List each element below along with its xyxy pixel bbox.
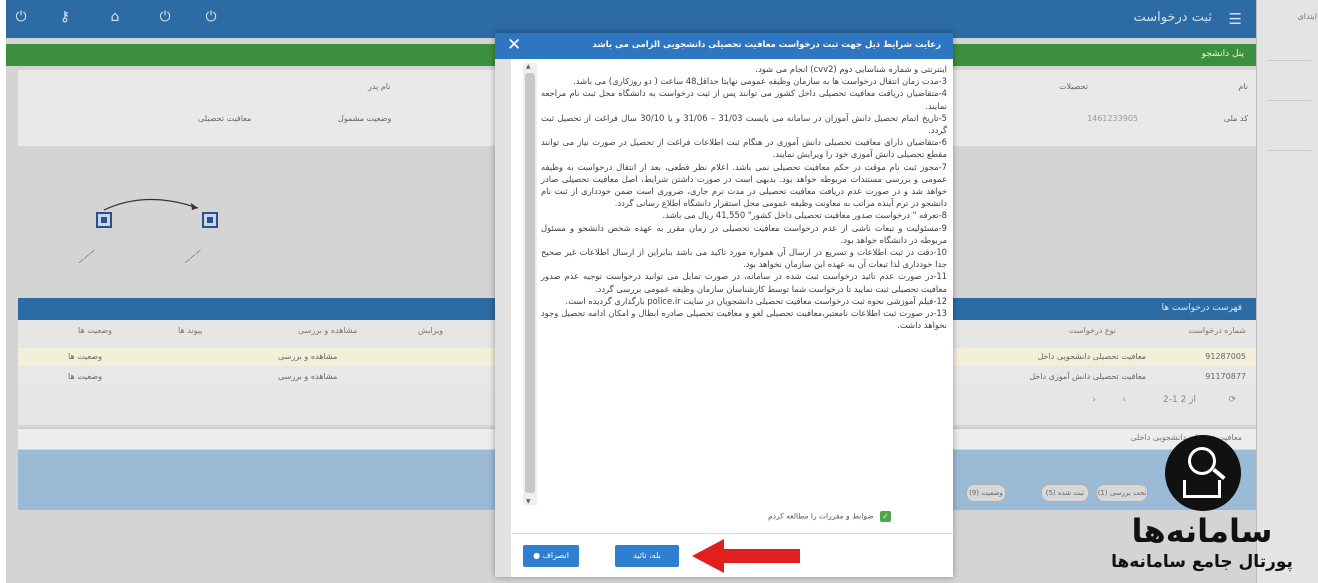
divider (1267, 150, 1311, 151)
review-link[interactable]: مشاهده و بررسی (278, 352, 337, 361)
table-header-cell: مشاهده و بررسی (298, 326, 358, 335)
request-number: 91170877 (1205, 372, 1246, 381)
table-header-cell: وضعیت ها (78, 326, 112, 335)
info-label-education: تحصیلات (1058, 82, 1088, 91)
checkbox-checked-icon[interactable]: ✓ (880, 511, 891, 522)
info-national-code-value: 1461233905 (1087, 114, 1138, 123)
table-header-cell: شماره درخواست (1188, 326, 1246, 335)
scrollbar-thumb[interactable] (525, 73, 535, 493)
terms-paragraph: 7-مجوز ثبت نام موقت در حکم معافیت تحصیلی… (541, 161, 947, 209)
green-bar-label: پنل دانشجو (1201, 49, 1244, 59)
home-icon[interactable]: ⌂ (106, 8, 124, 26)
confirm-label: بله، تائید (633, 551, 661, 560)
divider (1267, 60, 1311, 61)
monitor-icon (1183, 480, 1221, 498)
scroll-down-icon[interactable]: ▼ (526, 498, 531, 505)
close-icon[interactable]: ✕ (507, 35, 521, 55)
divider (1267, 100, 1311, 101)
workflow-node[interactable] (96, 212, 112, 228)
review-link[interactable]: مشاهده و بررسی (278, 372, 337, 381)
terms-paragraph: 5-تاریخ اتمام تحصیل دانش آموزان در سامان… (541, 112, 947, 136)
power-icon[interactable]: ⏻ (156, 8, 174, 26)
info-label-name: نام (1238, 82, 1248, 91)
modal-side-strip (495, 59, 511, 577)
request-type: معافیت تحصیلی دانش آموزی داخل (1029, 372, 1146, 381)
terms-paragraph: اینترنتی و شماره شناسایی دوم (cvv2) انجا… (755, 64, 947, 74)
cancel-icon: ● (533, 551, 541, 560)
scroll-up-icon[interactable]: ▲ (526, 63, 531, 70)
key-icon[interactable]: ⚷ (56, 8, 74, 26)
status-link[interactable]: وضعیت ها (68, 352, 102, 361)
modal-body: اینترنتی و شماره شناسایی دوم (cvv2) انجا… (523, 63, 947, 505)
pager-text: 2-1 از 2 (1162, 395, 1196, 405)
table-header-cell: پیوند ها (178, 326, 203, 335)
info-label-conscription: وضعیت مشمول (338, 114, 392, 123)
workflow-node[interactable] (202, 212, 218, 228)
terms-paragraph: 12-فیلم آموزشی نحوه ثبت درخواست معافیت ت… (565, 295, 947, 306)
table-header-cell: نوع درخواست (1069, 326, 1116, 335)
terms-text: اینترنتی و شماره شناسایی دوم (cvv2) انجا… (523, 63, 947, 331)
logo-tagline: پورتال جامع سامانه‌ها (1111, 552, 1293, 572)
confirm-button[interactable]: بله، تائید (615, 545, 679, 567)
terms-modal: ✕ رعایت شرایط ذیل جهت ثبت درخواست معافیت… (495, 33, 953, 577)
request-list-title: فهرست درخواست ها (1161, 303, 1242, 313)
cancel-label: انصراف (542, 551, 569, 560)
cancel-button[interactable]: ● انصراف (523, 545, 579, 567)
table-header-cell: ویرایش (418, 326, 444, 335)
terms-paragraph: 11-در صورت عدم تائید درخواست ثبت شده در … (541, 271, 947, 294)
request-number: 91287005 (1205, 352, 1246, 361)
pager-next-icon[interactable]: ‹ (1122, 395, 1126, 405)
terms-paragraph: 6-متقاضیان دارای معافیت تحصیلی دانش آموز… (541, 137, 947, 160)
agree-checkbox-row[interactable]: ✓ ضوابط و مقررات را مطالعه کردم (768, 511, 891, 525)
terms-paragraph: 10-دقت در ثبت اطلاعات و تسریع در ارسال آ… (541, 247, 947, 270)
agree-label: ضوابط و مقررات را مطالعه کردم (768, 511, 874, 521)
divider (511, 533, 953, 534)
page-title: ثبت درخواست (1133, 10, 1212, 25)
menu-icon[interactable]: ☰ (1229, 10, 1242, 28)
modal-title: رعایت شرایط ذیل جهت ثبت درخواست معافیت ت… (592, 40, 941, 50)
pager-prev-icon[interactable]: › (1092, 395, 1096, 405)
filter-pill[interactable]: (9) وضعیت (966, 484, 1006, 502)
info-label-father: نام پدر (368, 82, 391, 91)
status-link[interactable]: وضعیت ها (68, 372, 102, 381)
logo-name: سامانه‌ها (1131, 512, 1273, 550)
terms-paragraph: 4-متقاضیان دریافت معافیت تحصیلی داخل کشو… (541, 88, 947, 111)
scrollbar[interactable]: ▲ ▼ (523, 63, 537, 505)
terms-paragraph: 9-مسئولیت و تبعات ناشی از عدم درخواست مع… (541, 222, 947, 245)
terms-paragraph: 13-در صورت ثبت اطلاعات نامعتبر،معافیت تح… (541, 308, 947, 331)
watermark-logo: سامانه‌ها پورتال جامع سامانه‌ها (1088, 430, 1316, 580)
terms-paragraph: 8-تعرفه " درخواست صدور معافیت تحصیلی داخ… (662, 210, 947, 221)
red-arrow-annotation (692, 539, 800, 573)
filter-pill[interactable]: (5) ثبت شده (1041, 484, 1089, 502)
request-type: معافیت تحصیلی دانشجویی داخل (1037, 352, 1147, 361)
workflow-arrow (103, 198, 199, 211)
refresh-icon[interactable]: ⟳ (1228, 395, 1236, 405)
terms-paragraph: 3-مدت زمان انتقال درخواست ها به سازمان و… (573, 76, 947, 87)
power-icon[interactable]: ⏻ (12, 8, 30, 26)
workflow-diagram: ——— ——— (6, 150, 506, 290)
info-label-national-code: کد ملی (1223, 114, 1248, 123)
power-icon[interactable]: ⏻ (202, 8, 220, 26)
info-label-exemption: معافیت تحصیلی (198, 114, 252, 123)
right-panel-tag: ابتدای (1297, 12, 1317, 21)
modal-header: ✕ رعایت شرایط ذیل جهت ثبت درخواست معافیت… (495, 33, 953, 59)
